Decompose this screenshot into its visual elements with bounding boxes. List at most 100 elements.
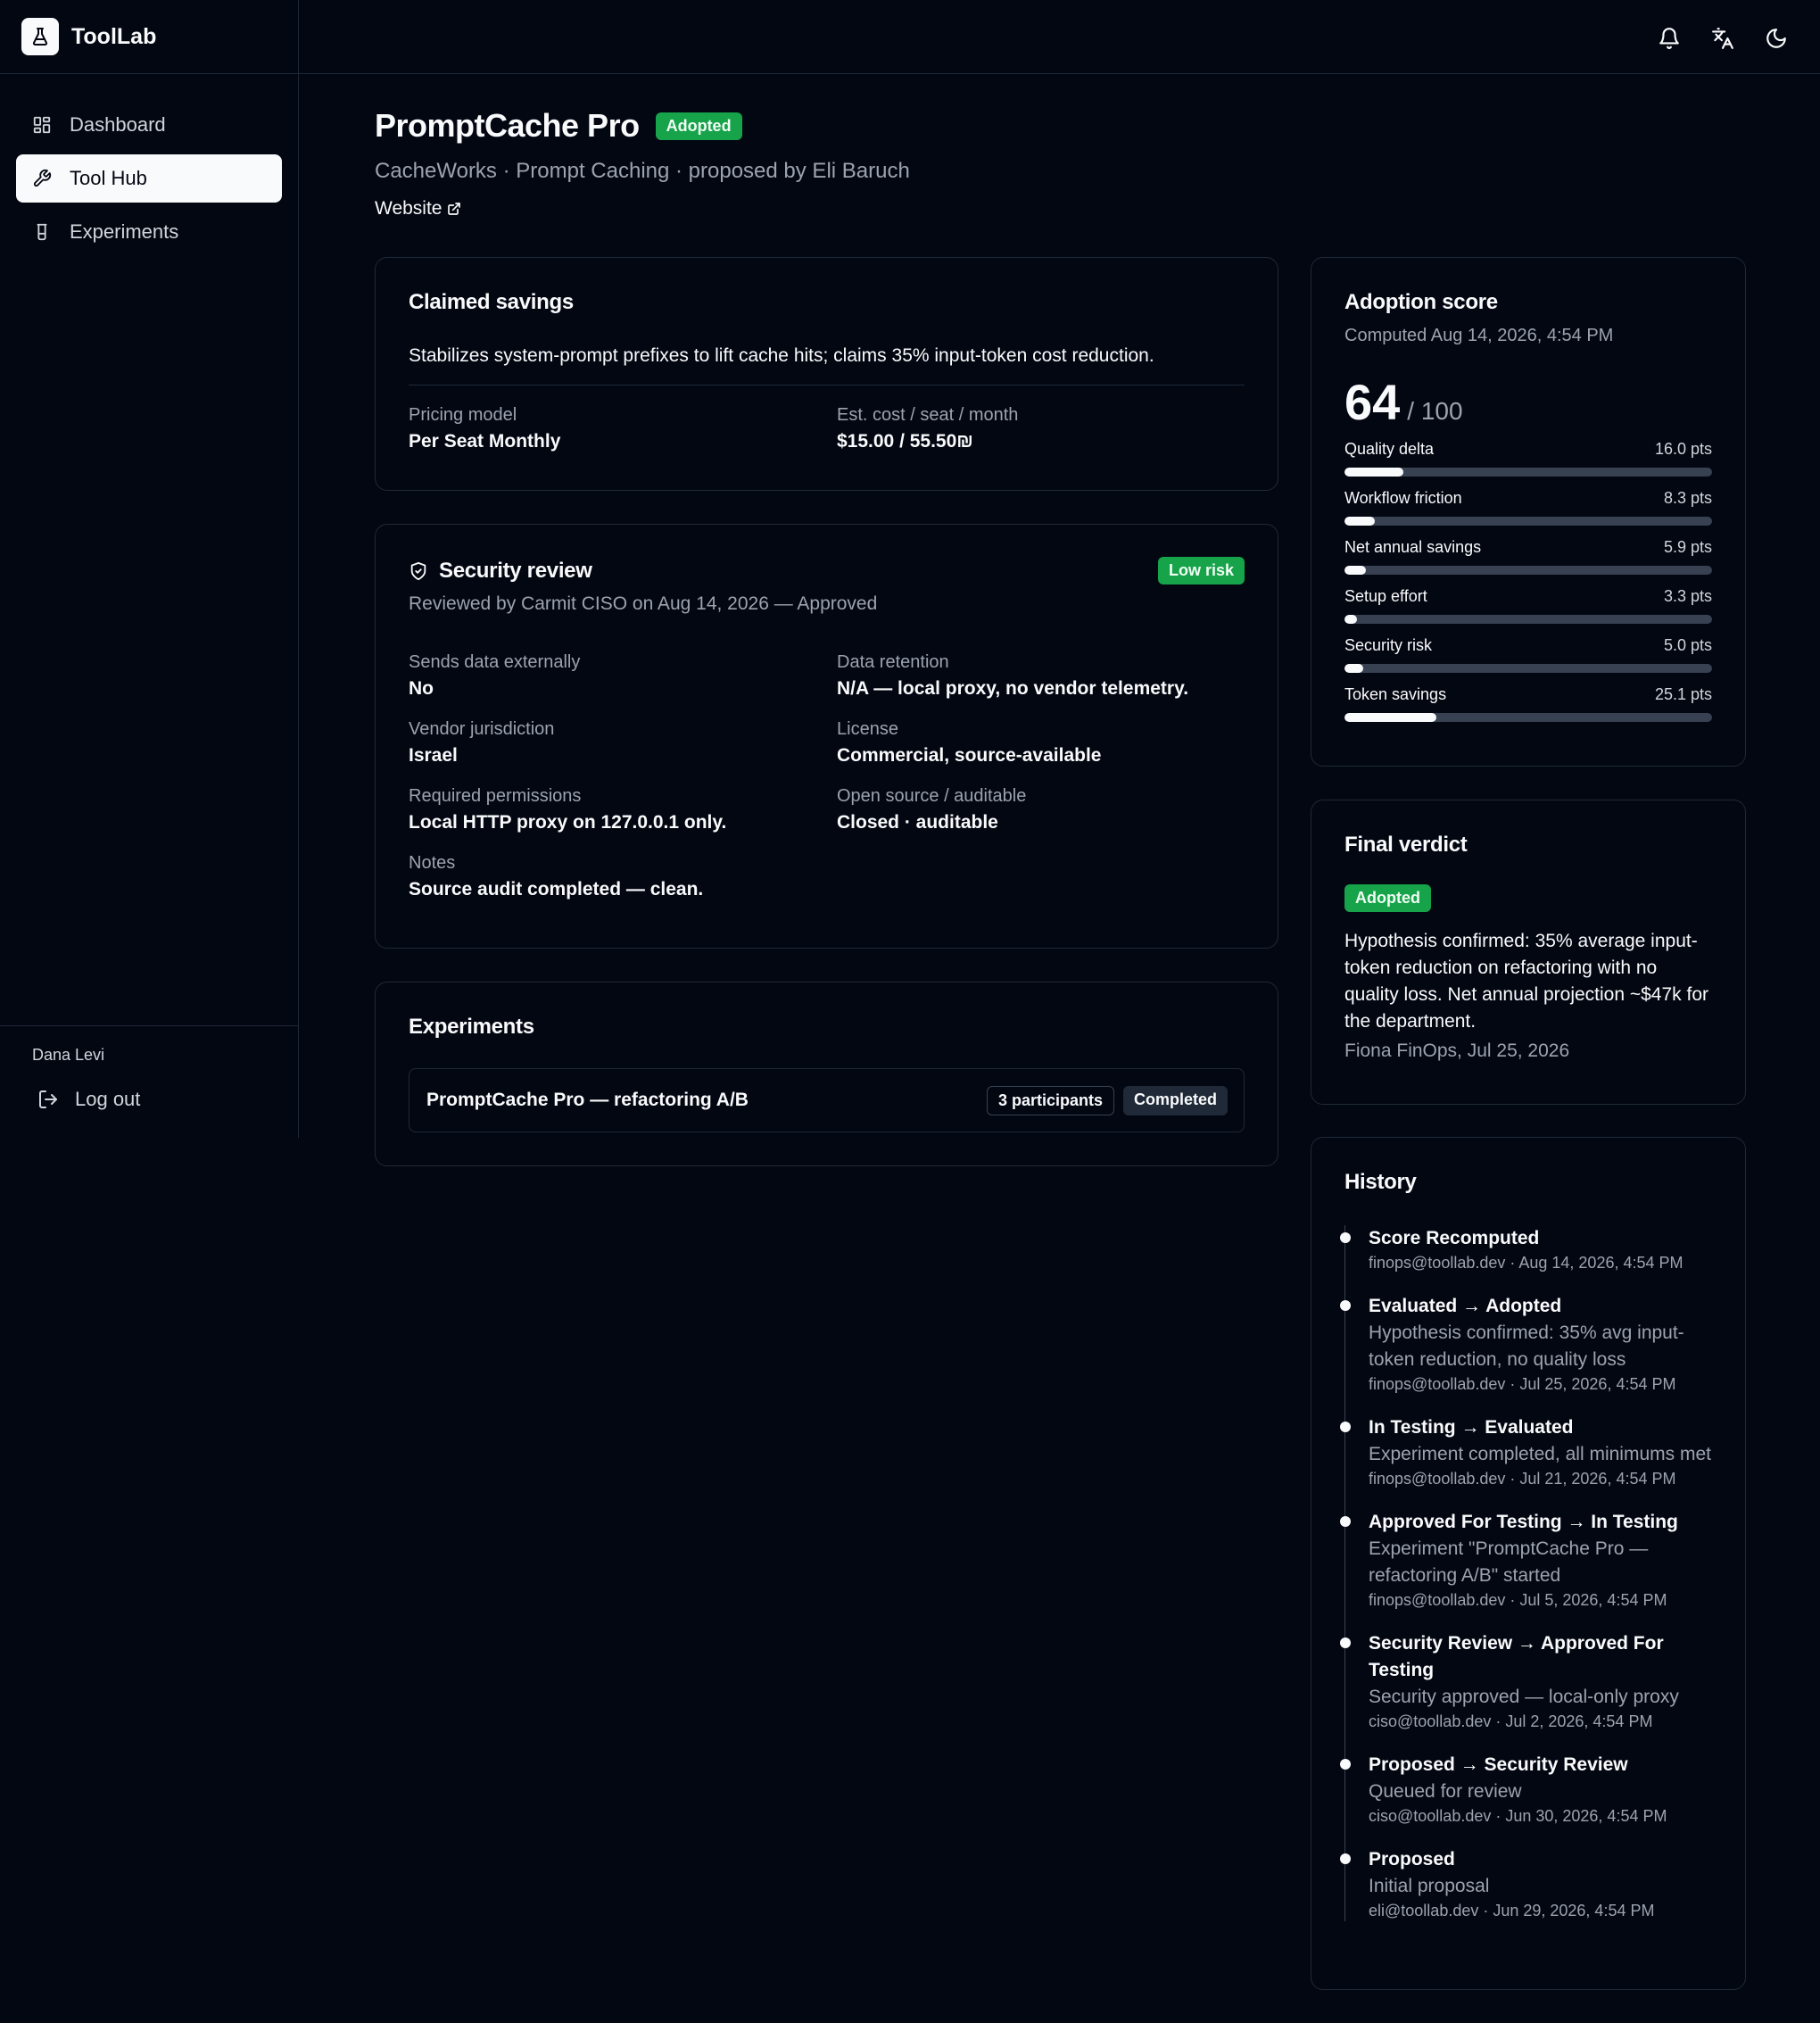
metric-bar-fill bbox=[1344, 664, 1363, 673]
history-item: Security Review → Approved For Testing Se… bbox=[1340, 1630, 1712, 1732]
notifications-button[interactable] bbox=[1652, 21, 1686, 55]
flask-logo-icon bbox=[21, 18, 59, 55]
history-title: In Testing → Evaluated bbox=[1369, 1417, 1574, 1438]
metric-label: Net annual savings bbox=[1344, 538, 1482, 556]
metric-points: 5.0 pts bbox=[1663, 636, 1712, 654]
shield-check-icon bbox=[410, 561, 426, 580]
history-description: Initial proposal bbox=[1369, 1876, 1490, 1896]
field-value: No bbox=[409, 678, 434, 699]
card-title: Security review bbox=[439, 558, 592, 583]
sidebar-item-dashboard[interactable]: Dashboard bbox=[16, 101, 282, 149]
history-item: Evaluated → Adopted Hypothesis confirmed:… bbox=[1340, 1293, 1712, 1395]
security-field: Notes Source audit completed — clean. bbox=[409, 853, 837, 900]
metric-points: 3.3 pts bbox=[1663, 587, 1712, 605]
history-title: Security Review → Approved For Testing bbox=[1369, 1633, 1664, 1680]
field-label: Pricing model bbox=[409, 405, 517, 425]
review-summary: Reviewed by Carmit CISO on Aug 14, 2026 … bbox=[409, 593, 878, 614]
app-name: ToolLab bbox=[71, 23, 157, 49]
history-meta: finops@toollab.dev · Jul 5, 2026, 4:54 P… bbox=[1369, 1591, 1667, 1609]
verdict-badge: Adopted bbox=[1344, 884, 1431, 912]
field-value: Per Seat Monthly bbox=[409, 431, 561, 452]
sidebar-nav: Dashboard Tool Hub Experiments bbox=[0, 74, 298, 256]
history-meta: finops@toollab.dev · Jul 25, 2026, 4:54 … bbox=[1369, 1375, 1676, 1393]
history-title: Score Recomputed bbox=[1369, 1228, 1540, 1248]
risk-badge: Low risk bbox=[1157, 557, 1245, 585]
score-metric: Setup effort 3.3 pts bbox=[1344, 587, 1712, 624]
metric-bar bbox=[1344, 566, 1712, 575]
history-title: Proposed → Security Review bbox=[1369, 1754, 1628, 1775]
card-title: History bbox=[1344, 1170, 1417, 1194]
sidebar-footer: Dana Levi Log out bbox=[0, 1025, 298, 1138]
card-title: Claimed savings bbox=[409, 290, 574, 314]
timeline-dot bbox=[1340, 1516, 1351, 1527]
translate-icon bbox=[1712, 28, 1733, 49]
metric-label: Token savings bbox=[1344, 685, 1447, 703]
history-title: Proposed bbox=[1369, 1849, 1455, 1870]
metric-bar bbox=[1344, 517, 1712, 526]
sidebar-item-experiments[interactable]: Experiments bbox=[16, 208, 282, 256]
history-description: Experiment "PromptCache Pro — refactorin… bbox=[1369, 1538, 1649, 1586]
metric-bar bbox=[1344, 664, 1712, 673]
logout-label: Log out bbox=[75, 1088, 141, 1110]
field-label: Notes bbox=[409, 853, 456, 873]
field-value: Source audit completed — clean. bbox=[409, 879, 704, 900]
wrench-icon bbox=[33, 169, 52, 187]
status-badge: Adopted bbox=[655, 112, 742, 140]
logout-button[interactable]: Log out bbox=[32, 1088, 298, 1111]
metric-label: Quality delta bbox=[1344, 440, 1435, 458]
history-meta: eli@toollab.dev · Jun 29, 2026, 4:54 PM bbox=[1369, 1902, 1655, 1919]
sidebar-item-label: Dashboard bbox=[70, 113, 166, 136]
test-tube-icon bbox=[37, 223, 47, 241]
security-field: Vendor jurisdiction Israel bbox=[409, 719, 837, 767]
history-title: Approved For Testing → In Testing bbox=[1369, 1512, 1678, 1532]
history-description: Queued for review bbox=[1369, 1781, 1522, 1802]
pricing-model-field: Pricing model Per Seat Monthly bbox=[409, 405, 837, 452]
timeline-dot bbox=[1340, 1232, 1351, 1243]
verdict-author: Fiona FinOps, Jul 25, 2026 bbox=[1344, 1041, 1570, 1061]
history-meta: ciso@toollab.dev · Jul 2, 2026, 4:54 PM bbox=[1369, 1712, 1653, 1730]
history-item: Score Recomputed finops@toollab.dev · Aug… bbox=[1340, 1225, 1712, 1273]
security-field: Required permissions Local HTTP proxy on… bbox=[409, 786, 837, 833]
history-item: Approved For Testing → In Testing Experim… bbox=[1340, 1509, 1712, 1611]
metric-bar-fill bbox=[1344, 468, 1403, 477]
security-field: Data retention N/A — local proxy, no ven… bbox=[837, 652, 1245, 700]
history-card: History Score Recomputed finops@toollab.d… bbox=[1311, 1137, 1746, 1990]
card-title: Final verdict bbox=[1344, 833, 1468, 857]
language-button[interactable] bbox=[1706, 21, 1740, 55]
brand[interactable]: ToolLab bbox=[0, 0, 298, 74]
score-metric: Token savings 25.1 pts bbox=[1344, 685, 1712, 722]
metric-bar-fill bbox=[1344, 615, 1357, 624]
score-metric: Security risk 5.0 pts bbox=[1344, 636, 1712, 673]
adoption-score-card: Adoption score Computed Aug 14, 2026, 4:… bbox=[1311, 257, 1746, 767]
history-item: In Testing → Evaluated Experiment complet… bbox=[1340, 1414, 1712, 1489]
card-title: Experiments bbox=[409, 1015, 534, 1039]
sidebar-item-tool-hub[interactable]: Tool Hub bbox=[16, 154, 282, 203]
metric-label: Security risk bbox=[1344, 636, 1433, 654]
security-review-card: Security review Low risk Reviewed by Car… bbox=[375, 524, 1278, 949]
timeline-dot bbox=[1340, 1637, 1351, 1648]
claimed-savings-card: Claimed savings Stabilizes system-prompt… bbox=[375, 257, 1278, 491]
score-max: / 100 bbox=[1407, 397, 1463, 425]
metric-bar-fill bbox=[1344, 713, 1437, 722]
score-value: 64 bbox=[1344, 374, 1401, 430]
experiment-row[interactable]: PromptCache Pro — refactoring A/B 3 part… bbox=[409, 1068, 1245, 1132]
score-metric: Quality delta 16.0 pts bbox=[1344, 440, 1712, 477]
field-value: Closed · auditable bbox=[837, 812, 998, 833]
experiments-card: Experiments PromptCache Pro — refactorin… bbox=[375, 982, 1278, 1166]
history-title: Evaluated → Adopted bbox=[1369, 1296, 1562, 1316]
metric-bar bbox=[1344, 468, 1712, 477]
card-title: Adoption score bbox=[1344, 290, 1498, 314]
metric-points: 8.3 pts bbox=[1663, 489, 1712, 507]
timeline-dot bbox=[1340, 1853, 1351, 1864]
metric-bar-fill bbox=[1344, 566, 1367, 575]
history-description: Security approved — local-only proxy bbox=[1369, 1687, 1679, 1707]
score-metric: Net annual savings 5.9 pts bbox=[1344, 538, 1712, 575]
participants-badge: 3 participants bbox=[986, 1085, 1114, 1115]
field-label: Data retention bbox=[837, 652, 949, 672]
history-item: Proposed Initial proposal eli@toollab.dev … bbox=[1340, 1846, 1712, 1921]
timeline-dot bbox=[1340, 1422, 1351, 1432]
field-value: $15.00 / 55.50₪ bbox=[837, 431, 973, 452]
score-computed: Computed Aug 14, 2026, 4:54 PM bbox=[1344, 326, 1614, 345]
website-link[interactable]: Website bbox=[375, 198, 910, 220]
theme-toggle-button[interactable] bbox=[1759, 21, 1793, 55]
